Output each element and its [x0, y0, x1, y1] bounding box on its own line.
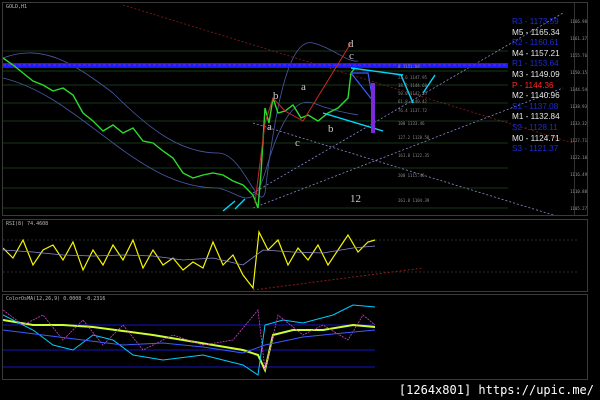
chart-symbol-title: GOLD,H1	[6, 4, 28, 10]
wave-label-a: a	[267, 121, 272, 133]
pivot-level: M0 - 1124.71	[512, 133, 560, 143]
pivot-level: M1 - 1132.84	[512, 112, 560, 122]
fib-label: 127.2 1128.58	[398, 135, 430, 140]
pivot-level: M4 - 1157.21	[512, 48, 560, 58]
pivot-level: R3 - 1173.59	[512, 17, 559, 26]
band-lower	[3, 77, 359, 199]
osma-main	[3, 319, 376, 374]
price-tick: 1122.10	[570, 155, 587, 160]
red-trendline	[122, 4, 574, 144]
fib-label: 76.4 1137.72	[398, 108, 427, 113]
wave-label-d: d	[348, 38, 354, 50]
fib-label: 38.2 1144.68	[398, 83, 427, 88]
osma-canvas[interactable]	[3, 295, 588, 380]
watermark: [1264x801] https://upic.me/	[398, 383, 594, 397]
wave-count-label: 12	[350, 193, 361, 205]
pivot-blue-band	[3, 63, 508, 68]
price-tick: 1116.49	[570, 172, 587, 177]
fib-label: 50.0 1142.55	[398, 91, 427, 96]
fib-label: 61.8 1140.42	[398, 99, 427, 104]
wave-label-a-cyan: a	[301, 81, 306, 93]
price-tick: 1105.27	[570, 206, 587, 211]
price-chart-canvas[interactable]	[3, 3, 588, 216]
pivot-level: M2 - 1140.96	[512, 91, 560, 101]
price-chart-panel[interactable]: GOLD,H1 0 1151.08 23.6 1147.95 38.2 1144…	[2, 2, 588, 216]
pivot-level: R1 - 1153.64	[512, 59, 559, 69]
pivot-level: S2 - 1128.11	[512, 122, 558, 132]
rsi-canvas[interactable]	[3, 220, 588, 292]
fib-label: 261.8 1104.39	[398, 198, 430, 203]
wave-label-b-cyan: b	[328, 123, 334, 135]
wave-label-c-upper: c	[349, 50, 354, 62]
rsi-panel[interactable]: RSI(8) 74.4608	[2, 219, 588, 292]
rsi-signal	[3, 245, 376, 266]
osma-title: ColorOsMA(12,26,9) 0.0008 -0.2316	[6, 296, 106, 302]
fib-label: 161.8 1122.35	[398, 153, 430, 158]
fib-label: 23.6 1147.95	[398, 75, 427, 80]
pivot-level: R2 - 1160.61	[512, 38, 559, 48]
osma-panel[interactable]: ColorOsMA(12,26,9) 0.0008 -0.2316	[2, 294, 588, 380]
pivot-level: M3 - 1149.09	[512, 69, 560, 79]
rsi-title: RSI(8) 74.4608	[6, 221, 49, 227]
pivot-level: P - 1144.36	[512, 80, 554, 90]
price-tick: 1110.88	[570, 189, 587, 194]
cyan-arrow-1	[350, 67, 404, 76]
pivot-level: M5 - 1165.34	[512, 27, 560, 37]
fib-label: 0 1151.08	[398, 64, 420, 69]
pivot-level: S1 - 1137.08	[512, 101, 559, 111]
wave-label-b: b	[273, 90, 279, 102]
fib-label: 100 1133.46	[398, 121, 425, 126]
pivot-level: S3 - 1121.37	[512, 144, 559, 154]
magenta-bar	[371, 83, 375, 133]
fib-label: 200 1115.46	[398, 173, 425, 178]
wave-label-c: c	[295, 137, 300, 149]
pivot-levels-list: R3 - 1173.59 M5 - 1165.34 R2 - 1160.61 M4 -…	[512, 17, 576, 155]
